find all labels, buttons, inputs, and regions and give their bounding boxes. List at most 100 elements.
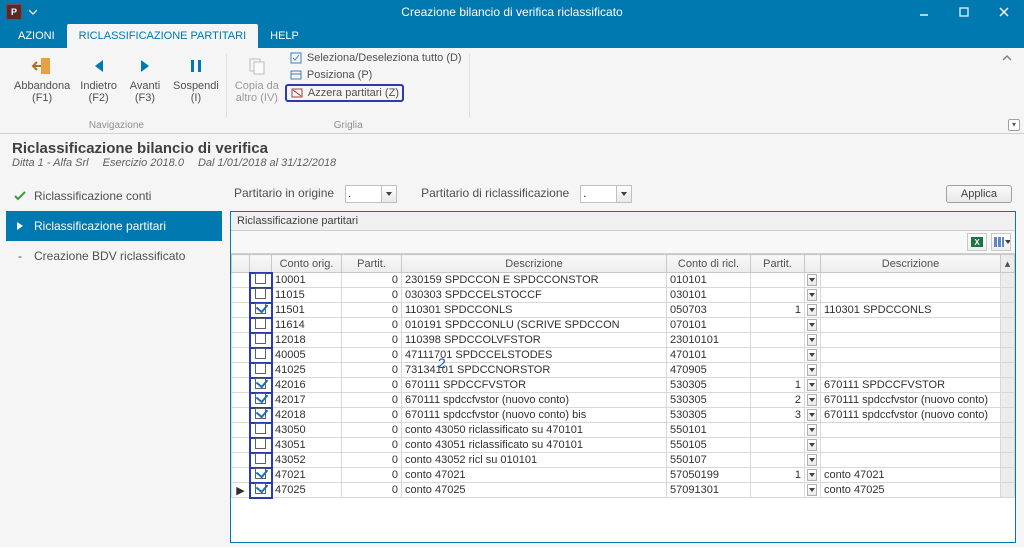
row-checkbox-cell[interactable]: [250, 318, 272, 333]
scrollbar-track[interactable]: [1001, 453, 1015, 468]
cell-partit-2[interactable]: [751, 438, 805, 453]
step-riclassificazione-conti[interactable]: Riclassificazione conti: [6, 181, 222, 211]
row-selector[interactable]: [232, 288, 250, 303]
row-selector[interactable]: [232, 423, 250, 438]
row-selector[interactable]: [232, 363, 250, 378]
scrollbar-track[interactable]: [1001, 423, 1015, 438]
qat-dropdown-icon[interactable]: [26, 5, 40, 19]
scrollbar-track[interactable]: [1001, 378, 1015, 393]
scrollbar-track[interactable]: [1001, 273, 1015, 288]
row-checkbox-cell[interactable]: [250, 468, 272, 483]
scrollbar-track[interactable]: [1001, 348, 1015, 363]
row-checkbox-cell[interactable]: [250, 408, 272, 423]
cell-partit-2[interactable]: [751, 318, 805, 333]
row-checkbox-cell[interactable]: [250, 333, 272, 348]
cell-partit-dropdown[interactable]: [805, 378, 821, 393]
scrollbar-track[interactable]: [1001, 483, 1015, 498]
row-selector[interactable]: [232, 348, 250, 363]
row-checkbox-cell[interactable]: [250, 483, 272, 498]
cell-partit-dropdown[interactable]: [805, 483, 821, 498]
cell-partit-dropdown[interactable]: [805, 348, 821, 363]
export-excel-button[interactable]: X: [967, 233, 987, 251]
row-selector[interactable]: [232, 393, 250, 408]
row-selector[interactable]: [232, 453, 250, 468]
scrollbar-track[interactable]: [1001, 468, 1015, 483]
checkbox[interactable]: [255, 273, 266, 284]
cell-partit-2[interactable]: [751, 273, 805, 288]
col-partit-1[interactable]: Partit.: [342, 255, 402, 273]
cell-partit-dropdown[interactable]: [805, 468, 821, 483]
cell-partit-dropdown[interactable]: [805, 288, 821, 303]
dropdown-icon[interactable]: [381, 185, 397, 203]
cell-partit-dropdown[interactable]: [805, 363, 821, 378]
row-selector[interactable]: [232, 408, 250, 423]
copia-da-altro-button[interactable]: Copia da altro (IV): [231, 50, 283, 106]
row-checkbox-cell[interactable]: [250, 453, 272, 468]
scrollbar-track[interactable]: [1001, 438, 1015, 453]
checkbox[interactable]: [255, 393, 266, 404]
row-checkbox-cell[interactable]: [250, 423, 272, 438]
cell-partit-2[interactable]: [751, 453, 805, 468]
row-selector[interactable]: [232, 468, 250, 483]
ribbon-expander-icon[interactable]: ▾: [1008, 119, 1020, 131]
table-row[interactable]: 11015 0 030303 SPDCCELSTOCCF 030101: [232, 288, 1015, 303]
sospendi-button[interactable]: Sospendi (I): [169, 50, 223, 106]
checkbox[interactable]: [255, 288, 266, 299]
col-selector[interactable]: [232, 255, 250, 273]
cell-partit-2[interactable]: [751, 483, 805, 498]
posiziona-button[interactable]: Posiziona (P): [285, 67, 376, 83]
step-riclassificazione-partitari[interactable]: Riclassificazione partitari: [6, 211, 222, 241]
cell-partit-2[interactable]: [751, 288, 805, 303]
cell-partit-dropdown[interactable]: [805, 408, 821, 423]
scrollbar-track[interactable]: [1001, 393, 1015, 408]
table-row[interactable]: 40005 0 47111701 SPDCCELSTODES 470101: [232, 348, 1015, 363]
col-descrizione-1[interactable]: Descrizione: [402, 255, 667, 273]
dropdown-icon[interactable]: [616, 185, 632, 203]
cell-partit-2[interactable]: 1: [751, 303, 805, 318]
avanti-button[interactable]: Avanti (F3): [123, 50, 167, 106]
checkbox[interactable]: [255, 468, 266, 479]
cell-partit-2[interactable]: 2: [751, 393, 805, 408]
checkbox[interactable]: [255, 378, 266, 389]
cell-partit-2[interactable]: 1: [751, 378, 805, 393]
grid-scroll[interactable]: Conto orig. Partit. Descrizione Conto di…: [231, 254, 1015, 542]
indietro-button[interactable]: Indietro (F2): [76, 50, 121, 106]
checkbox[interactable]: [255, 483, 266, 494]
table-row[interactable]: 43052 0 conto 43052 ricl su 010101 55010…: [232, 453, 1015, 468]
row-selector[interactable]: [232, 303, 250, 318]
azzera-partitari-button[interactable]: Azzera partitari (Z): [285, 84, 404, 102]
partitario-origine-combo[interactable]: [345, 185, 397, 203]
scrollbar-track[interactable]: [1001, 408, 1015, 423]
grid-options-button[interactable]: [991, 233, 1011, 251]
checkbox[interactable]: [255, 363, 266, 374]
cell-partit-2[interactable]: [751, 333, 805, 348]
row-checkbox-cell[interactable]: [250, 378, 272, 393]
table-row[interactable]: 42017 0 670111 spdccfvstor (nuovo conto)…: [232, 393, 1015, 408]
data-grid[interactable]: Conto orig. Partit. Descrizione Conto di…: [231, 254, 1015, 498]
checkbox[interactable]: [255, 453, 266, 464]
row-checkbox-cell[interactable]: [250, 273, 272, 288]
partitario-origine-input[interactable]: [345, 185, 381, 203]
seleziona-deseleziona-tutto-button[interactable]: Seleziona/Deseleziona tutto (D): [285, 50, 466, 66]
row-selector[interactable]: ▶: [232, 483, 250, 498]
table-row[interactable]: 12018 0 110398 SPDCCOLVFSTOR 23010101: [232, 333, 1015, 348]
minimize-button[interactable]: [904, 0, 944, 24]
checkbox[interactable]: [255, 423, 266, 434]
col-conto-orig[interactable]: Conto orig.: [272, 255, 342, 273]
cell-partit-2[interactable]: 3: [751, 408, 805, 423]
table-row[interactable]: 43050 0 conto 43050 riclassificato su 47…: [232, 423, 1015, 438]
menu-tab-help[interactable]: HELP: [258, 24, 311, 48]
checkbox[interactable]: [255, 318, 266, 329]
menu-tab-azioni[interactable]: AZIONI: [6, 24, 67, 48]
row-selector[interactable]: [232, 273, 250, 288]
partitario-ricl-combo[interactable]: [580, 185, 632, 203]
maximize-button[interactable]: [944, 0, 984, 24]
row-selector[interactable]: [232, 378, 250, 393]
col-conto-ricl[interactable]: Conto di ricl.: [667, 255, 751, 273]
checkbox[interactable]: [255, 348, 266, 359]
cell-partit-dropdown[interactable]: [805, 303, 821, 318]
table-row[interactable]: 43051 0 conto 43051 riclassificato su 47…: [232, 438, 1015, 453]
scrollbar-track[interactable]: [1001, 288, 1015, 303]
table-row[interactable]: 11501 0 110301 SPDCCONLS 050703 1 110301…: [232, 303, 1015, 318]
table-row[interactable]: 10001 0 230159 SPDCCON E SPDCCONSTOR 010…: [232, 273, 1015, 288]
